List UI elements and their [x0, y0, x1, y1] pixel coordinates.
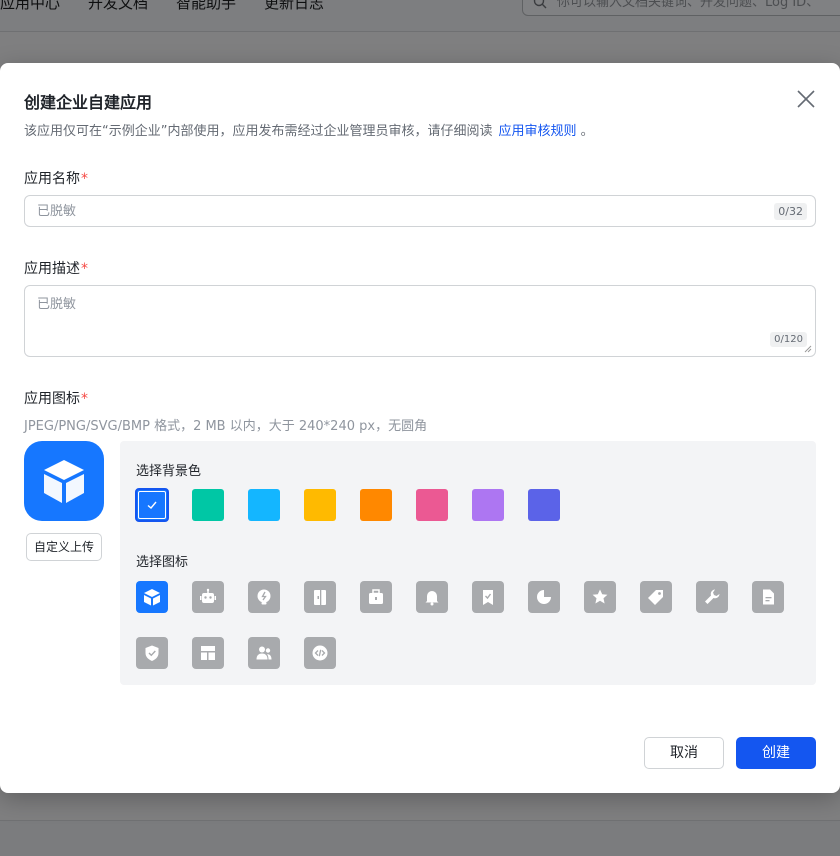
icon-select-label: 选择图标 [136, 555, 189, 570]
app-icon-preview [24, 441, 104, 521]
cancel-button[interactable]: 取消 [644, 737, 724, 769]
review-rules-link[interactable]: 应用审核规则 [498, 124, 576, 139]
icon-format-hint: JPEG/PNG/SVG/BMP 格式，2 MB 以内，大于 240*240 p… [24, 419, 428, 434]
door-icon [314, 590, 326, 605]
code-icon [312, 645, 328, 661]
create-app-dialog: 创建企业自建应用 该应用仅可在“示例企业”内部使用，应用发布需经过企业管理员审核… [0, 63, 840, 793]
app-name-label-text: 应用名称 [24, 171, 80, 187]
nav-item: 智能助手 [176, 0, 237, 12]
bell-icon [425, 591, 439, 606]
document-icon [763, 589, 774, 605]
color-swatch[interactable] [472, 489, 504, 521]
shield-check-icon [145, 645, 159, 661]
bookmark-check-icon [483, 590, 493, 605]
icon-option-shield[interactable] [136, 637, 168, 669]
icon-option-layout[interactable] [192, 637, 224, 669]
icon-option-tag[interactable] [640, 581, 672, 613]
nav-item: 更新日志 [264, 0, 325, 12]
icon-option-star[interactable] [584, 581, 616, 613]
icon-option-bell[interactable] [416, 581, 448, 613]
color-swatch[interactable] [416, 489, 448, 521]
icon-option-pie[interactable] [528, 581, 560, 613]
icon-option-wrench[interactable] [696, 581, 728, 613]
layout-icon [201, 646, 215, 660]
background-search-input: 你可以输入文档关键词、开发问题、Log ID、 [522, 0, 840, 16]
description-text: 该应用仅可在“示例企业”内部使用，应用发布需经过企业管理员审核，请仔细阅读 [24, 124, 493, 139]
app-desc-label: 应用描述* [24, 258, 88, 278]
toolbox-icon [369, 589, 383, 604]
users-icon [256, 646, 272, 660]
icon-option-code[interactable] [304, 637, 336, 669]
required-mark: * [81, 261, 88, 277]
cube-icon [44, 460, 84, 503]
icon-option-cube[interactable] [136, 581, 168, 613]
search-placeholder: 你可以输入文档关键词、开发问题、Log ID、 [557, 0, 820, 10]
tag-icon [648, 590, 663, 605]
icon-picker-panel: 选择背景色 选择图标 [120, 441, 816, 685]
close-button[interactable] [794, 87, 818, 111]
color-swatch[interactable] [360, 489, 392, 521]
dialog-description: 该应用仅可在“示例企业”内部使用，应用发布需经过企业管理员审核，请仔细阅读 应用审… [24, 120, 594, 139]
custom-upload-button[interactable]: 自定义上传 [26, 533, 102, 561]
create-button[interactable]: 创建 [736, 737, 816, 769]
app-name-field: 0/32 [24, 195, 816, 227]
nav-item: 开发文档 [88, 0, 149, 12]
cube-icon [144, 589, 160, 606]
icon-option-bulb[interactable] [248, 581, 280, 613]
icon-option-document[interactable] [752, 581, 784, 613]
bg-color-swatches [135, 488, 560, 522]
app-desc-counter: 0/120 [770, 332, 807, 347]
close-icon [797, 90, 815, 108]
app-icon-label: 应用图标* [24, 388, 88, 408]
robot-icon [200, 588, 216, 603]
icon-option-users[interactable] [248, 637, 280, 669]
app-desc-field: 0/120 [24, 285, 816, 357]
color-swatch[interactable] [135, 488, 169, 522]
app-name-input[interactable] [25, 196, 815, 226]
required-mark: * [81, 391, 88, 407]
check-icon [147, 501, 157, 509]
app-name-counter: 0/32 [774, 203, 807, 220]
app-desc-label-text: 应用描述 [24, 261, 80, 277]
color-swatch[interactable] [304, 489, 336, 521]
icon-option-bookmark[interactable] [472, 581, 504, 613]
required-mark: * [81, 171, 88, 187]
icon-option-door[interactable] [304, 581, 336, 613]
color-swatch[interactable] [528, 489, 560, 521]
star-icon [592, 589, 608, 604]
icon-options [136, 581, 808, 669]
bulb-icon [257, 589, 271, 605]
resize-handle-icon[interactable] [804, 345, 812, 353]
search-icon [533, 0, 547, 9]
icon-option-robot[interactable] [192, 581, 224, 613]
app-name-label: 应用名称* [24, 168, 88, 188]
bg-color-label: 选择背景色 [136, 464, 202, 479]
wrench-icon [705, 589, 720, 604]
background-topbar: 应用中心 开发文档 智能助手 更新日志 你可以输入文档关键词、开发问题、Log … [0, 0, 840, 32]
pie-chart-icon [537, 590, 551, 604]
nav-item: 应用中心 [0, 0, 61, 12]
dialog-title: 创建企业自建应用 [24, 93, 153, 112]
background-footer [0, 820, 840, 856]
color-swatch[interactable] [248, 489, 280, 521]
app-icon-label-text: 应用图标 [24, 391, 80, 407]
app-desc-textarea[interactable] [25, 286, 815, 356]
color-swatch[interactable] [192, 489, 224, 521]
description-end: 。 [580, 124, 594, 139]
icon-option-toolbox[interactable] [360, 581, 392, 613]
background-nav: 应用中心 开发文档 智能助手 更新日志 [0, 0, 324, 13]
